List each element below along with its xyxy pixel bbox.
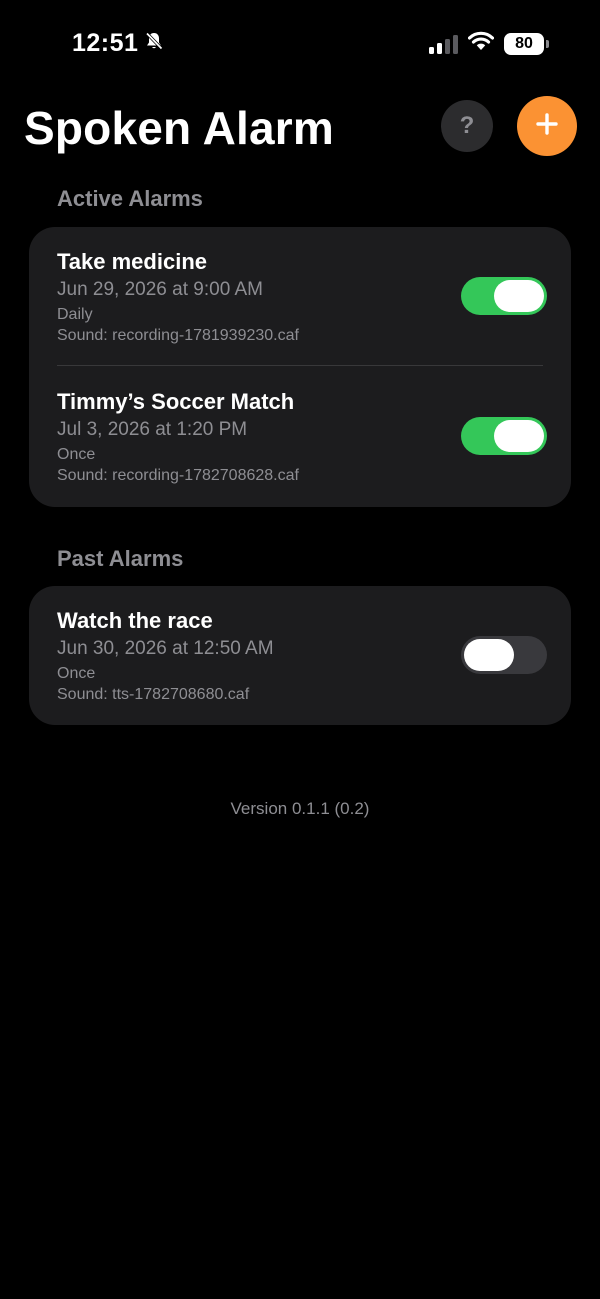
alarm-repeat: Once xyxy=(57,665,96,682)
alarm-datetime: Jul 3, 2026 at 1:20 PM xyxy=(57,419,248,440)
alarm-datetime: Jun 29, 2026 at 9:00 AM xyxy=(57,279,263,300)
alarm-title: Take medicine xyxy=(57,249,207,274)
alarm-repeat: Once xyxy=(57,446,96,463)
alarm-repeat: Daily xyxy=(57,306,93,323)
screen: 12:51 80 Spoken Alarm ? Active Alarms Ta… xyxy=(0,0,600,1299)
alarm-row-soccer-match[interactable]: Timmy’s Soccer Match Jul 3, 2026 at 1:20… xyxy=(29,367,571,507)
active-alarms-card: Take medicine Jun 29, 2026 at 9:00 AM Da… xyxy=(29,227,571,507)
help-icon: ? xyxy=(459,112,475,139)
divider xyxy=(57,365,543,366)
version-label: Version 0.1.1 (0.2) xyxy=(230,799,370,818)
help-button[interactable]: ? xyxy=(441,100,493,152)
toggle-knob xyxy=(494,280,544,312)
alarm-toggle[interactable] xyxy=(461,277,547,315)
alarm-toggle[interactable] xyxy=(461,417,547,455)
toggle-knob xyxy=(464,639,514,671)
past-alarms-card: Watch the race Jun 30, 2026 at 12:50 AM … xyxy=(29,586,571,725)
bell-slash-icon xyxy=(144,29,164,58)
wifi-icon xyxy=(467,31,495,56)
alarm-row-watch-race[interactable]: Watch the race Jun 30, 2026 at 12:50 AM … xyxy=(29,586,571,726)
active-alarms-header: Active Alarms xyxy=(57,186,203,211)
page-title: Spoken Alarm xyxy=(24,102,335,154)
alarm-row-take-medicine[interactable]: Take medicine Jun 29, 2026 at 9:00 AM Da… xyxy=(29,227,571,367)
alarm-toggle[interactable] xyxy=(461,636,547,674)
alarm-title: Timmy’s Soccer Match xyxy=(57,389,295,414)
status-bar: 12:51 80 xyxy=(0,0,600,88)
alarm-sound: Sound: tts-1782708680.caf xyxy=(57,686,250,703)
cellular-signal-icon xyxy=(429,34,458,54)
add-alarm-button[interactable] xyxy=(517,96,577,156)
alarm-sound: Sound: recording-1782708628.caf xyxy=(57,467,299,484)
past-alarms-header: Past Alarms xyxy=(57,546,184,571)
status-time-group: 12:51 xyxy=(72,29,164,58)
toggle-knob xyxy=(494,420,544,452)
status-right-group: 80 xyxy=(429,31,549,56)
alarm-sound: Sound: recording-1781939230.caf xyxy=(57,327,299,344)
battery-level: 80 xyxy=(515,34,533,52)
plus-icon xyxy=(535,112,559,141)
status-time: 12:51 xyxy=(72,29,139,57)
alarm-title: Watch the race xyxy=(57,608,213,633)
battery-icon: 80 xyxy=(504,32,549,55)
alarm-datetime: Jun 30, 2026 at 12:50 AM xyxy=(57,638,274,659)
